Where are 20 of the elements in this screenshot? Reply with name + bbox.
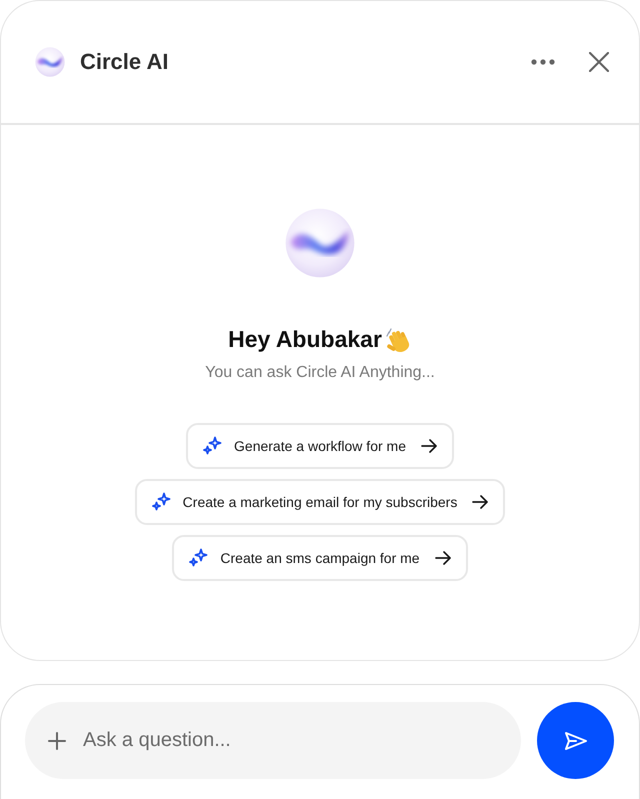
greeting-subtitle: You can ask Circle AI Anything...	[205, 364, 435, 382]
suggestion-button[interactable]: Generate a workflow for me	[186, 423, 454, 469]
sparkle-icon	[202, 436, 222, 456]
orb-logo-icon	[35, 47, 65, 77]
arrow-right-icon	[420, 439, 437, 453]
send-icon	[564, 730, 588, 750]
sparkle-icon	[150, 492, 171, 512]
suggestion-button[interactable]: Create a marketing email for my subscribers	[134, 479, 506, 525]
question-input[interactable]: Ask a question...	[25, 702, 521, 779]
close-icon[interactable]	[589, 52, 609, 72]
sparkle-icon	[188, 548, 208, 568]
orb-icon	[285, 208, 355, 278]
greeting-heading: Hey Abubakar	[228, 326, 382, 353]
app-title: Circle AI	[80, 49, 168, 75]
arrow-right-icon	[434, 551, 451, 565]
more-icon[interactable]	[531, 59, 555, 65]
plus-icon[interactable]	[48, 732, 66, 750]
suggestion-button[interactable]: Create an sms campaign for me	[172, 535, 468, 581]
arrow-right-icon	[472, 495, 488, 509]
waving-hand-icon	[386, 326, 412, 352]
